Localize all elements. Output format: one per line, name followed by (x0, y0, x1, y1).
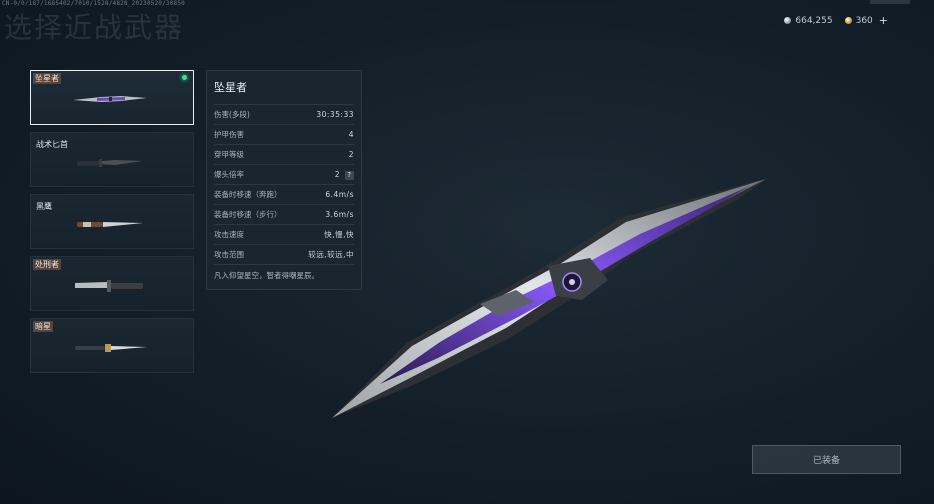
equipped-indicator-icon (182, 75, 187, 80)
currency-amount: 360 (855, 15, 873, 26)
stat-value: 2 (348, 150, 354, 159)
stat-value: 4 (348, 130, 354, 139)
add-currency-button[interactable]: + (879, 14, 888, 27)
stat-row-penetration: 穿甲等级 2 (214, 144, 354, 164)
stat-row-armor-damage: 护甲伤害 4 (214, 124, 354, 144)
stat-label: 穿甲等级 (214, 150, 244, 159)
stat-label: 装备时移速（奔跑） (214, 190, 282, 199)
tactical-dagger-icon (77, 159, 143, 167)
weapon-list: 坠星者 战术匕首 黑鹰 处刑者 暗星 (30, 70, 196, 380)
weapon-card-executioner[interactable]: 处刑者 (30, 256, 194, 311)
equipped-button[interactable]: 已装备 (752, 445, 901, 474)
weapon-card-tactical-dagger[interactable]: 战术匕首 (30, 132, 194, 187)
currency-bar: 664,255 360 + (784, 14, 888, 27)
stat-label: 攻击范围 (214, 250, 244, 259)
stat-label: 攻击速度 (214, 230, 244, 239)
weapon-card-dark-star[interactable]: 暗星 (30, 318, 194, 373)
currency-amount: 664,255 (795, 15, 833, 26)
stat-value: 30:35:33 (316, 110, 354, 119)
weapon-preview-starfaller[interactable] (320, 170, 780, 430)
stat-label: 装备时移速（步行） (214, 210, 282, 219)
silver-coin-icon (784, 17, 792, 24)
black-eagle-knife-icon (77, 222, 143, 227)
dark-star-knife-icon (75, 344, 147, 352)
weapon-name: 坠星者 (33, 73, 61, 84)
stat-label: 护甲伤害 (214, 130, 244, 139)
starfaller-knife-icon (73, 96, 147, 102)
executioner-knife-icon (75, 280, 143, 292)
stat-label: 爆头倍率 (214, 170, 244, 179)
weapon-name: 暗星 (33, 321, 53, 332)
weapon-name: 战术匕首 (36, 140, 68, 149)
weapon-name: 黑鹰 (36, 202, 52, 211)
stat-row-damage: 伤害(多段) 30:35:33 (214, 104, 354, 124)
stat-label: 伤害(多段) (214, 110, 250, 119)
weapon-card-black-eagle[interactable]: 黑鹰 (30, 194, 194, 249)
gold-coin-icon (844, 17, 852, 24)
page-title: 选择近战武器 (4, 11, 185, 44)
top-tab-indicator (870, 0, 910, 4)
weapon-card-starfaller[interactable]: 坠星者 (30, 70, 194, 125)
weapon-name: 处刑者 (33, 259, 61, 270)
stats-title: 坠星者 (214, 81, 247, 94)
currency-gold: 360 + (844, 14, 888, 27)
currency-silver: 664,255 (784, 15, 833, 26)
